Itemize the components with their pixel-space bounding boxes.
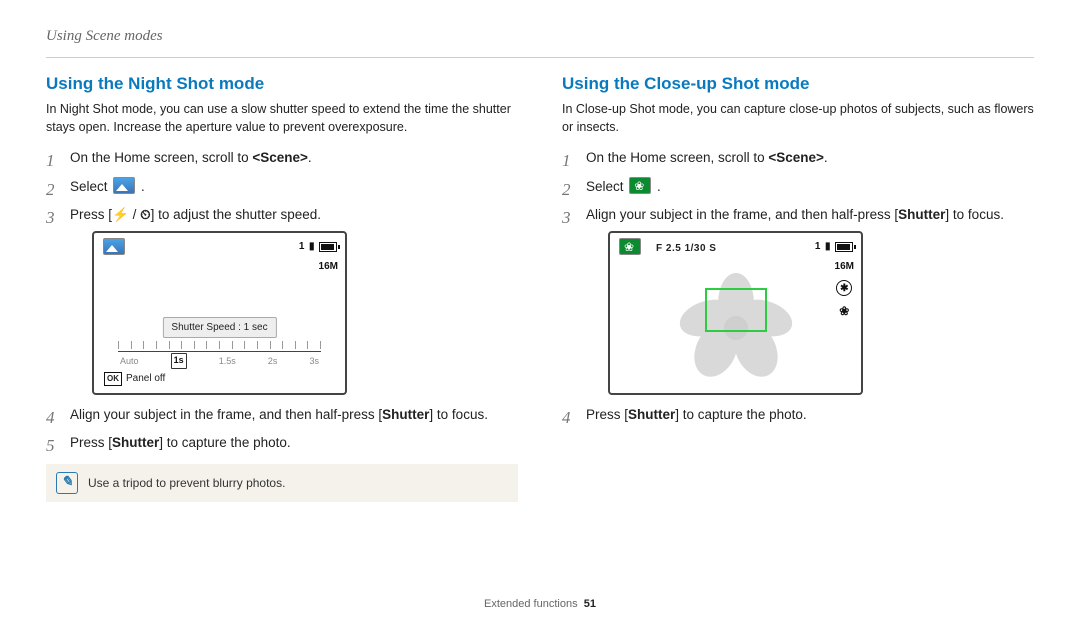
battery-icon: [319, 242, 337, 252]
timer-icon: ⏲: [140, 207, 151, 222]
device-preview-night: 1 ▮ 16M Shutter Speed : 1 sec Au: [92, 231, 347, 395]
device-preview-closeup: F 2.5 1/30 S 1 ▮ 16M ✱: [608, 231, 863, 395]
step1-bold: <Scene>: [768, 150, 824, 165]
step4-pre: Align your subject in the frame, and the…: [70, 407, 382, 422]
step-5: Press [Shutter] to capture the photo.: [46, 433, 518, 453]
step4-post: ] to capture the photo.: [675, 407, 806, 422]
step3-post: ] to focus.: [945, 207, 1004, 222]
scale-3s: 3s: [309, 355, 319, 369]
closeup-scene-icon: [629, 177, 651, 194]
panel-off-label: Panel off: [126, 371, 165, 386]
step-3: Align your subject in the frame, and the…: [562, 205, 1034, 395]
step-2: Select .: [562, 177, 1034, 197]
step-2: Select .: [46, 177, 518, 197]
step-3: Press [⚡ / ⏲] to adjust the shutter spee…: [46, 205, 518, 395]
footer: Extended functions 51: [46, 588, 1034, 610]
scale-auto: Auto: [120, 355, 139, 369]
step3-bold: Shutter: [898, 207, 945, 222]
flash-icon: ⚡: [112, 207, 129, 222]
step1-post: .: [308, 150, 312, 165]
step3-post: ] to adjust the shutter speed.: [151, 207, 321, 222]
exposure-readout: F 2.5 1/30 S: [656, 241, 716, 256]
step-1: On the Home screen, scroll to <Scene>.: [562, 148, 1034, 168]
heading-closeup: Using the Close-up Shot mode: [562, 74, 1034, 94]
step5-pre: Press [: [70, 435, 112, 450]
divider: [46, 57, 1034, 58]
step5-post: ] to capture the photo.: [159, 435, 290, 450]
scale-2s: 2s: [268, 355, 278, 369]
step2-pre: Select: [586, 179, 627, 194]
step-1: On the Home screen, scroll to <Scene>.: [46, 148, 518, 168]
tip-text: Use a tripod to prevent blurry photos.: [88, 476, 285, 490]
heading-night-shot: Using the Night Shot mode: [46, 74, 518, 94]
tip-box: ✎ Use a tripod to prevent blurry photos.: [46, 464, 518, 502]
step1-post: .: [824, 150, 828, 165]
shutter-speed-label: Shutter Speed : 1 sec: [162, 317, 276, 338]
focus-rectangle: [705, 288, 767, 332]
resolution-label: 16M: [319, 259, 338, 274]
step1-pre: On the Home screen, scroll to: [586, 150, 768, 165]
breadcrumb: Using Scene modes: [46, 28, 1034, 45]
night-scene-icon: [103, 238, 125, 255]
shutter-scale: Auto 1s 1.5s 2s 3s: [118, 341, 321, 367]
step-4: Align your subject in the frame, and the…: [46, 405, 518, 425]
closeup-scene-icon: [619, 238, 641, 255]
intro-night-shot: In Night Shot mode, you can use a slow s…: [46, 100, 518, 136]
macro-icon: [839, 302, 849, 320]
step1-bold: <Scene>: [252, 150, 308, 165]
step3-pre: Press [: [70, 207, 112, 222]
step4-post: ] to focus.: [429, 407, 488, 422]
step3-mid: /: [129, 207, 140, 222]
ok-badge: OK: [104, 372, 122, 386]
footer-label: Extended functions: [484, 598, 578, 610]
scale-1s: 1s: [171, 353, 187, 369]
status-count: 1: [815, 239, 821, 254]
step2-post: .: [141, 179, 145, 194]
night-scene-icon: [113, 177, 135, 194]
image-stabilization-icon: ✱: [836, 280, 852, 296]
status-count: 1: [299, 239, 305, 254]
battery-icon: [835, 242, 853, 252]
right-column: Using the Close-up Shot mode In Close-up…: [562, 74, 1034, 588]
step5-bold: Shutter: [112, 435, 159, 450]
resolution-label: 16M: [835, 259, 854, 274]
intro-closeup: In Close-up Shot mode, you can capture c…: [562, 100, 1034, 136]
step2-post: .: [657, 179, 661, 194]
step1-pre: On the Home screen, scroll to: [70, 150, 252, 165]
step4-pre: Press [: [586, 407, 628, 422]
step4-bold: Shutter: [382, 407, 429, 422]
left-column: Using the Night Shot mode In Night Shot …: [46, 74, 518, 588]
sd-card-icon: ▮: [825, 239, 831, 254]
sd-card-icon: ▮: [309, 239, 315, 254]
step4-bold: Shutter: [628, 407, 675, 422]
page-number: 51: [584, 598, 596, 610]
tip-icon: ✎: [56, 472, 78, 494]
step3-pre: Align your subject in the frame, and the…: [586, 207, 898, 222]
step-4: Press [Shutter] to capture the photo.: [562, 405, 1034, 425]
scale-15s: 1.5s: [219, 355, 236, 369]
step2-pre: Select: [70, 179, 111, 194]
